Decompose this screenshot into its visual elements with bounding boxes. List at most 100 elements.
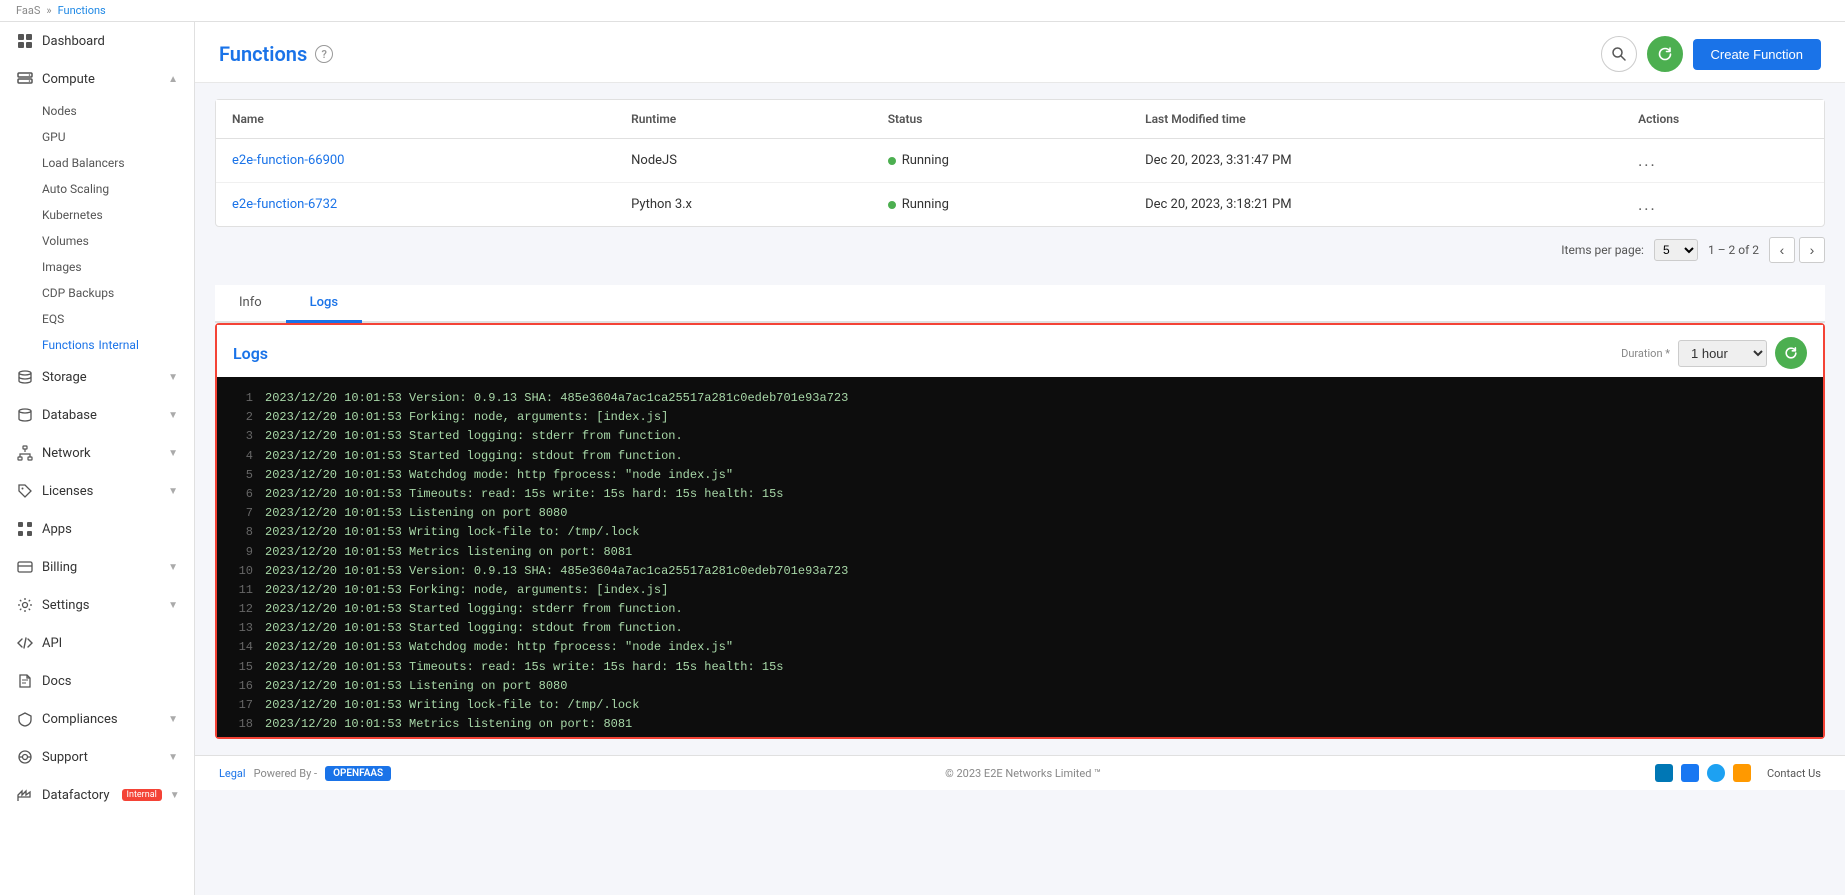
prev-page-button[interactable]: ‹ bbox=[1769, 237, 1795, 263]
log-line: 102023/12/20 10:01:53 Version: 0.9.13 SH… bbox=[229, 562, 1811, 581]
function-name-link[interactable]: e2e-function-6732 bbox=[232, 197, 337, 212]
log-line-number: 13 bbox=[229, 619, 253, 638]
linkedin-icon[interactable] bbox=[1655, 764, 1673, 782]
items-per-page-select[interactable]: 5102550 bbox=[1654, 239, 1698, 261]
cell-name: e2e-function-6732 bbox=[216, 183, 615, 227]
sidebar-item-nodes[interactable]: Nodes bbox=[0, 98, 194, 124]
server-icon bbox=[16, 70, 34, 88]
log-line-number: 14 bbox=[229, 638, 253, 657]
create-function-button[interactable]: Create Function bbox=[1693, 39, 1822, 70]
log-line-text: 2023/12/20 10:01:53 Forking: node, argum… bbox=[265, 408, 668, 427]
log-line: 72023/12/20 10:01:53 Listening on port 8… bbox=[229, 504, 1811, 523]
help-icon[interactable]: ? bbox=[315, 45, 333, 63]
sidebar-item-dashboard[interactable]: Dashboard bbox=[0, 22, 194, 60]
sidebar-item-billing[interactable]: Billing ▼ bbox=[0, 548, 194, 586]
duration-control: Duration * 1 hour3 hours6 hours12 hours2… bbox=[1621, 337, 1807, 369]
sidebar-label-settings: Settings bbox=[42, 598, 160, 613]
cell-name: e2e-function-66900 bbox=[216, 139, 615, 183]
page-header: Functions ? Create Function bbox=[195, 22, 1845, 83]
log-line: 162023/12/20 10:01:53 Listening on port … bbox=[229, 677, 1811, 696]
log-line: 32023/12/20 10:01:53 Started logging: st… bbox=[229, 427, 1811, 446]
sidebar-item-gpu[interactable]: GPU bbox=[0, 124, 194, 150]
log-line: 62023/12/20 10:01:53 Timeouts: read: 15s… bbox=[229, 485, 1811, 504]
sidebar-item-docs[interactable]: Docs bbox=[0, 662, 194, 700]
log-line: 132023/12/20 10:01:53 Started logging: s… bbox=[229, 619, 1811, 638]
log-line: 19node18 listening on port: 3000 bbox=[229, 734, 1811, 737]
log-line-number: 17 bbox=[229, 696, 253, 715]
function-name-link[interactable]: e2e-function-66900 bbox=[232, 153, 345, 168]
sidebar-label-apps: Apps bbox=[42, 522, 178, 537]
sidebar-label-storage: Storage bbox=[42, 370, 160, 385]
tab-logs[interactable]: Logs bbox=[286, 285, 362, 323]
sidebar-item-eqs[interactable]: EQS bbox=[0, 306, 194, 332]
search-button[interactable] bbox=[1601, 36, 1637, 72]
cell-status: Running bbox=[872, 139, 1129, 183]
sidebar-label-datafactory: Datafactory bbox=[42, 788, 110, 803]
next-page-button[interactable]: › bbox=[1799, 237, 1825, 263]
cell-last-modified: Dec 20, 2023, 3:18:21 PM bbox=[1129, 183, 1622, 227]
sidebar-label-compliances: Compliances bbox=[42, 712, 160, 727]
cell-runtime: NodeJS bbox=[615, 139, 872, 183]
datafactory-badge: Internal bbox=[122, 789, 162, 801]
page-title: Functions bbox=[219, 42, 307, 66]
tab-info[interactable]: Info bbox=[215, 285, 286, 323]
sidebar-label-database: Database bbox=[42, 408, 160, 423]
legal-link[interactable]: Legal bbox=[219, 767, 246, 780]
sidebar-item-images[interactable]: Images bbox=[0, 254, 194, 280]
facebook-icon[interactable] bbox=[1681, 764, 1699, 782]
sidebar-item-compliances[interactable]: Compliances ▼ bbox=[0, 700, 194, 738]
tag-icon bbox=[16, 482, 34, 500]
contact-link[interactable]: Contact Us bbox=[1767, 767, 1821, 780]
log-line-text: 2023/12/20 10:01:53 Listening on port 80… bbox=[265, 504, 567, 523]
sidebar-item-licenses[interactable]: Licenses ▼ bbox=[0, 472, 194, 510]
twitter-icon[interactable] bbox=[1707, 764, 1725, 782]
sidebar-item-functions[interactable]: Functions Internal bbox=[0, 332, 194, 358]
log-line: 152023/12/20 10:01:53 Timeouts: read: 15… bbox=[229, 658, 1811, 677]
billing-icon bbox=[16, 558, 34, 576]
page-title-container: Functions ? bbox=[219, 42, 333, 66]
col-name: Name bbox=[216, 100, 615, 139]
duration-select[interactable]: 1 hour3 hours6 hours12 hours24 hours bbox=[1678, 340, 1767, 367]
sidebar-item-volumes[interactable]: Volumes bbox=[0, 228, 194, 254]
col-status: Status bbox=[872, 100, 1129, 139]
log-line: 92023/12/20 10:01:53 Metrics listening o… bbox=[229, 543, 1811, 562]
functions-badge: Internal bbox=[99, 338, 139, 352]
refresh-button[interactable] bbox=[1647, 36, 1683, 72]
log-line-text: node18 listening on port: 3000 bbox=[265, 734, 481, 737]
actions-menu-button[interactable]: ... bbox=[1638, 151, 1657, 170]
code-icon bbox=[16, 634, 34, 652]
log-line-number: 4 bbox=[229, 447, 253, 466]
breadcrumb-current[interactable]: Functions bbox=[58, 4, 106, 17]
database-icon bbox=[16, 406, 34, 424]
chevron-down-icon-network: ▼ bbox=[168, 448, 178, 459]
sidebar-item-auto-scaling[interactable]: Auto Scaling bbox=[0, 176, 194, 202]
log-line-number: 3 bbox=[229, 427, 253, 446]
sidebar-item-network[interactable]: Network ▼ bbox=[0, 434, 194, 472]
footer-left: Legal Powered By - OPENFAAS bbox=[219, 766, 391, 781]
log-line-number: 15 bbox=[229, 658, 253, 677]
log-line-text: 2023/12/20 10:01:53 Metrics listening on… bbox=[265, 543, 632, 562]
breadcrumb-separator: » bbox=[46, 4, 51, 17]
sidebar-item-settings[interactable]: Settings ▼ bbox=[0, 586, 194, 624]
sidebar-item-datafactory[interactable]: Datafactory Internal ▼ bbox=[0, 776, 194, 814]
sidebar-item-support[interactable]: Support ▼ bbox=[0, 738, 194, 776]
sidebar-item-storage[interactable]: Storage ▼ bbox=[0, 358, 194, 396]
items-per-page-label: Items per page: bbox=[1561, 243, 1644, 257]
actions-menu-button[interactable]: ... bbox=[1638, 195, 1657, 214]
sidebar-item-cdp-backups[interactable]: CDP Backups bbox=[0, 280, 194, 306]
pagination: Items per page: 5102550 1 – 2 of 2 ‹ › bbox=[195, 227, 1845, 273]
logs-refresh-button[interactable] bbox=[1775, 337, 1807, 369]
sidebar-item-apps[interactable]: Apps bbox=[0, 510, 194, 548]
log-line-text: 2023/12/20 10:01:53 Timeouts: read: 15s … bbox=[265, 485, 783, 504]
sidebar-item-load-balancers[interactable]: Load Balancers bbox=[0, 150, 194, 176]
log-line-number: 11 bbox=[229, 581, 253, 600]
rss-icon[interactable] bbox=[1733, 764, 1751, 782]
sidebar-item-api[interactable]: API bbox=[0, 624, 194, 662]
log-line-number: 10 bbox=[229, 562, 253, 581]
sidebar-item-database[interactable]: Database ▼ bbox=[0, 396, 194, 434]
sidebar-item-compute[interactable]: Compute ▲ bbox=[0, 60, 194, 98]
status-text: Running bbox=[902, 197, 949, 212]
sidebar-item-kubernetes[interactable]: Kubernetes bbox=[0, 202, 194, 228]
log-line: 122023/12/20 10:01:53 Started logging: s… bbox=[229, 600, 1811, 619]
log-line-text: 2023/12/20 10:01:53 Writing lock-file to… bbox=[265, 696, 639, 715]
